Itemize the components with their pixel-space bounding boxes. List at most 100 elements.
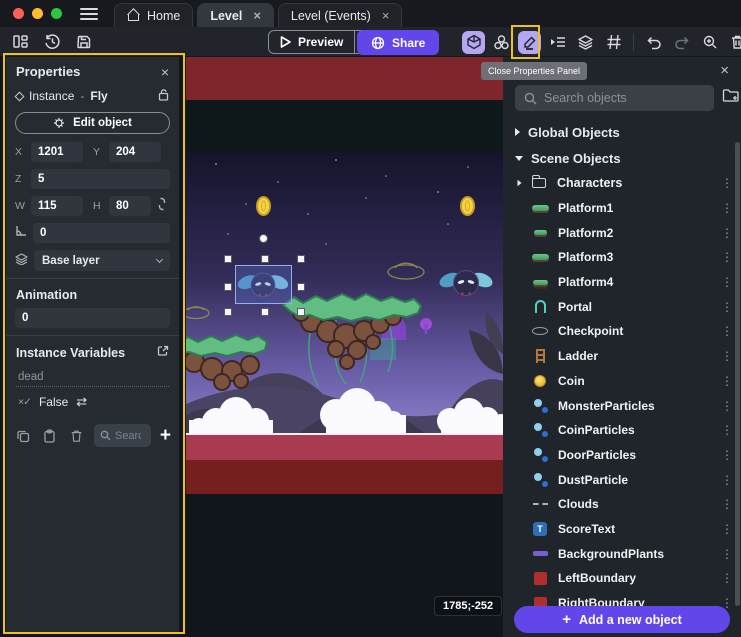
rotate-handle[interactable]	[259, 234, 268, 243]
object-item-coinparticles[interactable]: CoinParticles ⋮	[503, 418, 741, 443]
layers-icon[interactable]	[574, 31, 597, 54]
z-order-field[interactable]	[31, 169, 170, 189]
scene-canvas[interactable]: 1785;-252	[186, 57, 503, 637]
redo-icon[interactable]	[670, 31, 693, 54]
close-objects-icon[interactable]: ×	[720, 62, 729, 79]
rotation-field[interactable]	[33, 223, 170, 243]
objects-search-input[interactable]	[544, 91, 705, 105]
resize-handle-sw[interactable]	[224, 308, 232, 316]
unlock-icon[interactable]	[158, 88, 169, 104]
undo-icon[interactable]	[642, 31, 665, 54]
kebab-menu-icon[interactable]: ⋮	[721, 374, 733, 388]
kebab-menu-icon[interactable]: ⋮	[721, 349, 733, 363]
tab-level-events[interactable]: Level (Events) ×	[278, 3, 403, 27]
3d-view-icon[interactable]	[462, 31, 485, 54]
close-window-button[interactable]	[13, 8, 24, 19]
resize-handle-se[interactable]	[297, 308, 305, 316]
grid-icon[interactable]	[602, 31, 625, 54]
kebab-menu-icon[interactable]: ⋮	[721, 473, 733, 487]
add-new-object-button[interactable]: + Add a new object	[514, 606, 730, 633]
object-groups-icon[interactable]	[490, 31, 513, 54]
tab-level[interactable]: Level ×	[197, 3, 274, 27]
kebab-menu-icon[interactable]: ⋮	[721, 250, 733, 264]
save-icon[interactable]	[74, 32, 94, 52]
object-item-coin[interactable]: Coin ⋮	[503, 369, 741, 394]
instance-selection-box[interactable]	[235, 265, 292, 304]
height-field[interactable]	[109, 196, 151, 216]
bottom-boundary-object[interactable]	[186, 435, 503, 460]
top-boundary-object[interactable]	[186, 57, 503, 100]
object-item-platform2[interactable]: Platform2 ⋮	[503, 220, 741, 245]
kebab-menu-icon[interactable]: ⋮	[721, 226, 733, 240]
resize-handle-ne[interactable]	[297, 255, 305, 263]
animation-field[interactable]	[15, 308, 170, 328]
paste-icon[interactable]	[41, 427, 59, 445]
resize-handle-e[interactable]	[297, 283, 305, 291]
resize-handle-n[interactable]	[261, 255, 269, 263]
group-scene-objects[interactable]: Scene Objects	[503, 145, 741, 171]
panels-layout-icon[interactable]	[10, 32, 30, 52]
x-position-field[interactable]	[31, 142, 83, 162]
delete-variable-icon[interactable]	[67, 427, 85, 445]
aspect-ratio-lock-icon[interactable]	[157, 197, 167, 216]
kebab-menu-icon[interactable]: ⋮	[721, 275, 733, 289]
kebab-menu-icon[interactable]: ⋮	[721, 176, 733, 190]
new-folder-icon[interactable]	[722, 88, 740, 108]
close-tab-icon[interactable]: ×	[382, 8, 390, 23]
object-item-backgroundplants[interactable]: BackgroundPlants ⋮	[503, 541, 741, 566]
toggle-boolean-icon[interactable]: ⇄	[76, 394, 87, 410]
kebab-menu-icon[interactable]: ⋮	[721, 300, 733, 314]
kebab-menu-icon[interactable]: ⋮	[721, 571, 733, 585]
object-item-portal[interactable]: Portal ⋮	[503, 294, 741, 319]
variable-name[interactable]: dead	[16, 368, 169, 387]
layer-dropdown[interactable]: Base layer	[34, 250, 170, 271]
kebab-menu-icon[interactable]: ⋮	[721, 497, 733, 511]
object-item-platform3[interactable]: Platform3 ⋮	[503, 245, 741, 270]
objects-search[interactable]	[515, 85, 714, 111]
width-field[interactable]	[31, 196, 83, 216]
kebab-menu-icon[interactable]: ⋮	[721, 448, 733, 462]
open-variables-editor-icon[interactable]	[157, 345, 169, 360]
main-menu-icon[interactable]	[80, 8, 98, 20]
object-item-doorparticles[interactable]: DoorParticles ⋮	[503, 443, 741, 468]
resize-handle-w[interactable]	[224, 283, 232, 291]
instances-list-icon[interactable]	[546, 31, 569, 54]
variables-search-input[interactable]	[115, 430, 141, 442]
kebab-menu-icon[interactable]: ⋮	[721, 324, 733, 338]
kebab-menu-icon[interactable]: ⋮	[721, 423, 733, 437]
copy-icon[interactable]	[14, 427, 32, 445]
objects-scrollbar[interactable]	[735, 142, 740, 606]
object-item-checkpoint[interactable]: Checkpoint ⋮	[503, 319, 741, 344]
kebab-menu-icon[interactable]: ⋮	[721, 201, 733, 215]
preview-button[interactable]: Preview	[269, 31, 354, 53]
tab-home[interactable]: Home	[114, 3, 193, 27]
bottom-boundary-object-2[interactable]	[186, 460, 503, 494]
add-variable-button[interactable]: +	[160, 426, 171, 445]
close-properties-icon[interactable]: ×	[161, 65, 169, 79]
group-global-objects[interactable]: Global Objects	[503, 119, 741, 145]
folder-characters[interactable]: Characters ⋮	[503, 171, 741, 196]
close-tab-icon[interactable]: ×	[253, 8, 261, 23]
object-item-leftboundary[interactable]: LeftBoundary ⋮	[503, 566, 741, 591]
variables-search[interactable]	[94, 424, 151, 447]
object-item-ladder[interactable]: Ladder ⋮	[503, 344, 741, 369]
kebab-menu-icon[interactable]: ⋮	[721, 547, 733, 561]
object-item-platform1[interactable]: Platform1 ⋮	[503, 196, 741, 221]
object-item-dustparticle[interactable]: DustParticle ⋮	[503, 467, 741, 492]
history-clock-icon[interactable]	[42, 32, 62, 52]
zoom-in-icon[interactable]	[698, 31, 721, 54]
object-item-platform4[interactable]: Platform4 ⋮	[503, 270, 741, 295]
y-position-field[interactable]	[109, 142, 161, 162]
resize-handle-nw[interactable]	[224, 255, 232, 263]
share-button[interactable]: Share	[357, 30, 439, 55]
minimize-window-button[interactable]	[32, 8, 43, 19]
object-item-scoretext[interactable]: ScoreText ⋮	[503, 517, 741, 542]
maximize-window-button[interactable]	[51, 8, 62, 19]
object-item-monsterparticles[interactable]: MonsterParticles ⋮	[503, 393, 741, 418]
resize-handle-s[interactable]	[261, 308, 269, 316]
edit-object-button[interactable]: Edit object	[15, 112, 170, 134]
edit-pencil-icon[interactable]	[518, 31, 541, 54]
object-item-clouds[interactable]: Clouds ⋮	[503, 492, 741, 517]
delete-icon[interactable]	[726, 31, 741, 54]
kebab-menu-icon[interactable]: ⋮	[721, 399, 733, 413]
